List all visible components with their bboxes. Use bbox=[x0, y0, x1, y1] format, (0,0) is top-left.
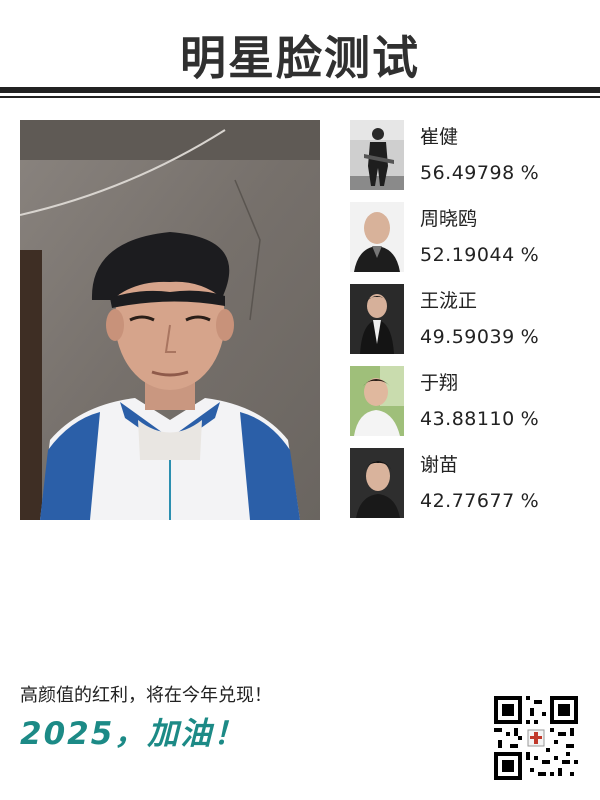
celebrity-thumbnail bbox=[350, 202, 404, 272]
similarity-score: 42.77677% bbox=[420, 490, 540, 512]
celebrity-thumbnail bbox=[350, 448, 404, 518]
result-item-4[interactable]: 于翔 43.88110% bbox=[350, 366, 590, 448]
celebrity-thumbnail bbox=[350, 120, 404, 190]
header-rule-thick bbox=[0, 87, 600, 93]
qr-code-icon bbox=[494, 696, 578, 780]
celebrity-name: 谢苗 bbox=[420, 454, 459, 476]
celebrity-name: 王泷正 bbox=[420, 290, 478, 312]
celebrity-thumbnail bbox=[350, 284, 404, 354]
slogan-line-2: 2025，加油！ bbox=[20, 716, 247, 752]
similarity-score: 56.49798% bbox=[420, 162, 540, 184]
results-list: 崔健 56.49798% 周晓鸥 52.19044% 王泷正 49.59039 … bbox=[350, 120, 590, 530]
similarity-score: 49.59039% bbox=[420, 326, 540, 348]
similarity-score: 52.19044% bbox=[420, 244, 540, 266]
celebrity-name: 于翔 bbox=[420, 372, 459, 394]
result-item-3[interactable]: 王泷正 49.59039% bbox=[350, 284, 590, 366]
header-rule-thin bbox=[0, 96, 600, 98]
similarity-score: 43.88110% bbox=[420, 408, 540, 430]
celebrity-name: 崔健 bbox=[420, 126, 459, 148]
celebrity-thumbnail bbox=[350, 366, 404, 436]
slogan-line-1: 高颜值的红利，将在今年兑现！ bbox=[20, 685, 272, 706]
celebrity-name: 周晓鸥 bbox=[420, 208, 478, 230]
result-item-5[interactable]: 谢苗 42.77677% bbox=[350, 448, 590, 530]
result-item-1[interactable]: 崔健 56.49798% bbox=[350, 120, 590, 202]
result-item-2[interactable]: 周晓鸥 52.19044% bbox=[350, 202, 590, 284]
user-photo bbox=[20, 120, 320, 520]
page-title: 明星脸测试 bbox=[180, 31, 420, 85]
